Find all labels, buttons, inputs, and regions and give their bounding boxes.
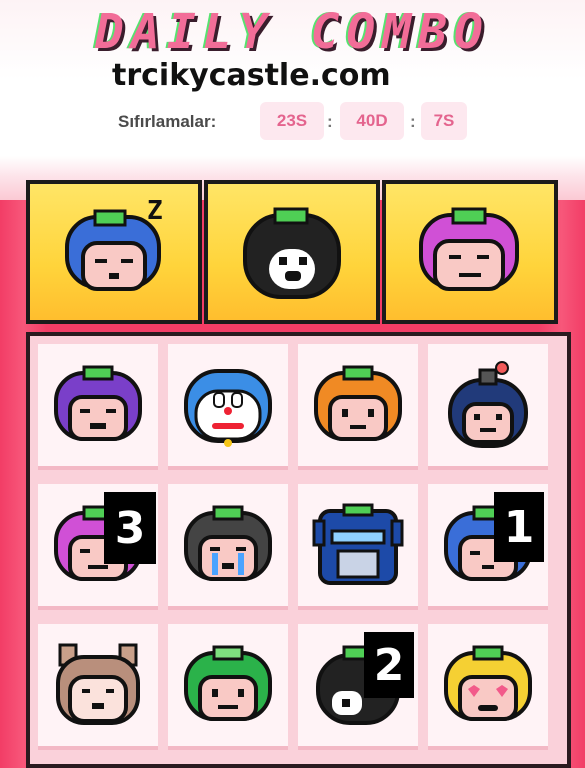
orange-fruit-icon: [314, 365, 402, 441]
separator-1: :: [327, 112, 333, 131]
card-7[interactable]: [298, 484, 418, 610]
seconds-box: 7S: [421, 102, 467, 140]
minutes-box: 40D: [340, 102, 404, 140]
order-badge: 1: [494, 492, 544, 562]
card-10[interactable]: [168, 624, 288, 750]
grey-crying-fruit-icon: [184, 505, 272, 581]
order-badge: 3: [104, 492, 156, 564]
reset-label: Sıfırlamalar:: [118, 112, 217, 131]
sleep-z-text: Z: [147, 197, 163, 226]
hours-box: 23S: [260, 102, 324, 140]
robot-head-icon: [312, 503, 404, 585]
card-9[interactable]: [38, 624, 158, 750]
card-8[interactable]: 1: [428, 484, 548, 610]
card-11[interactable]: 2: [298, 624, 418, 750]
separator-2: :: [410, 112, 416, 131]
card-6[interactable]: [168, 484, 288, 610]
watermark-text: trcikycastle.com: [112, 58, 391, 93]
combo-slot-2[interactable]: [204, 180, 380, 324]
combo-slot-3[interactable]: [382, 180, 558, 324]
combo-board: 3 1 2: [26, 332, 571, 768]
card-1[interactable]: [38, 344, 158, 470]
card-2[interactable]: [168, 344, 288, 470]
bomb-head-icon: [448, 361, 528, 448]
order-badge: 2: [364, 632, 414, 698]
heart-eyes-yellow-fruit-icon: [444, 645, 532, 721]
sad-pink-fruit-icon: [419, 207, 519, 291]
angry-purple-fruit-icon: [54, 365, 142, 441]
card-3[interactable]: [298, 344, 418, 470]
page-title: DAILY COMBO: [95, 4, 490, 60]
doraemon-icon: [184, 369, 272, 447]
card-5[interactable]: 3: [38, 484, 158, 610]
black-white-ghost-fruit-icon: [243, 207, 341, 299]
cat-ears-face-icon: [56, 643, 140, 725]
combo-slot-1[interactable]: Z: [26, 180, 202, 324]
green-smile-fruit-icon: [184, 645, 272, 721]
sleepy-blue-fruit-icon: Z: [65, 197, 163, 291]
card-12[interactable]: [428, 624, 548, 750]
card-4[interactable]: [428, 344, 548, 470]
